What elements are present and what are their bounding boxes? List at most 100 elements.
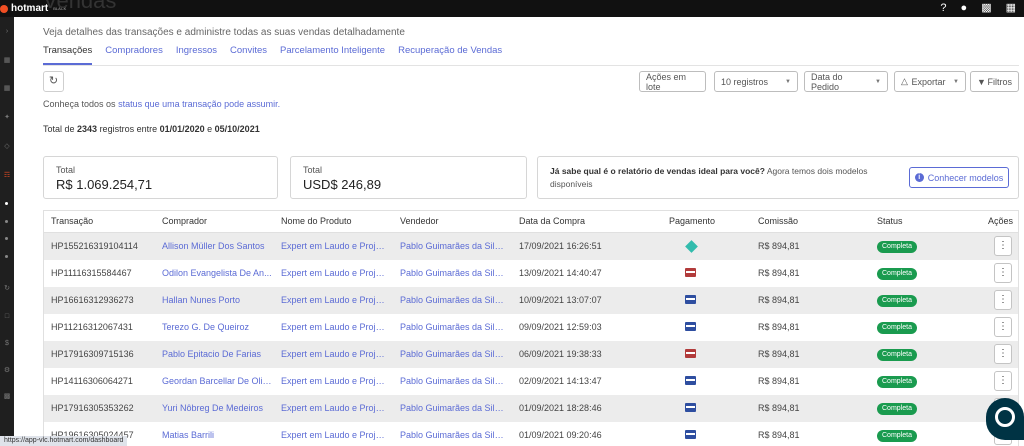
buyer-name[interactable]: Pablo Epitacio De Farias bbox=[162, 349, 272, 359]
status-url: https://app-vlc.hotmart.com/dashboard bbox=[0, 436, 128, 446]
expand-icon[interactable]: › bbox=[3, 28, 11, 36]
header-payment: Pagamento bbox=[669, 216, 716, 226]
credit-card-icon bbox=[685, 295, 696, 304]
buyer-name[interactable]: Odilon Evangelista De An... bbox=[162, 268, 272, 278]
money-icon[interactable]: $ bbox=[3, 340, 11, 348]
integrations-icon[interactable]: ▩ bbox=[3, 393, 11, 401]
row-actions-button[interactable]: ⋮ bbox=[994, 317, 1012, 337]
seller-name[interactable]: Pablo Guimarães da Silva ... bbox=[400, 376, 508, 386]
table-row[interactable]: HP16616312936273 Hallan Nunes Porto Expert… bbox=[44, 287, 1018, 314]
export-label: Exportar bbox=[911, 76, 946, 87]
product-name[interactable]: Expert em Laudo e Projeto... bbox=[281, 349, 389, 359]
report-card: Já sabe qual é o relatório de vendas ide… bbox=[537, 156, 1019, 199]
tab-convites[interactable]: Convites bbox=[230, 45, 267, 65]
row-actions-button[interactable]: ⋮ bbox=[994, 263, 1012, 283]
transaction-id: HP14116306064271 bbox=[51, 376, 133, 386]
table-row[interactable]: HP11116315584467 Odilon Evangelista De An… bbox=[44, 260, 1018, 287]
refresh-button[interactable]: ↻ bbox=[43, 71, 64, 92]
buyer-name[interactable]: Matias Barrili bbox=[162, 430, 272, 440]
seller-name[interactable]: Pablo Guimarães da Silva ... bbox=[400, 430, 508, 440]
header-date: Data da Compra bbox=[519, 216, 586, 226]
product-icon[interactable]: ◇ bbox=[3, 143, 11, 151]
analytics-icon[interactable]: ✦ bbox=[3, 114, 11, 122]
export-button[interactable]: △ Exportar ▼ bbox=[894, 71, 966, 92]
credit-card-icon bbox=[685, 349, 696, 358]
tab-compradores[interactable]: Compradores bbox=[105, 45, 163, 65]
submenu-dot[interactable] bbox=[5, 255, 8, 258]
row-actions-button[interactable]: ⋮ bbox=[994, 236, 1012, 256]
purchase-date: 02/09/2021 14:13:47 bbox=[519, 376, 602, 386]
tab-transacoes[interactable]: Transações bbox=[43, 45, 93, 65]
product-name[interactable]: Expert em Laudo e Projeto... bbox=[281, 430, 389, 440]
buyer-name[interactable]: Yuri Nôbreg De Medeiros bbox=[162, 403, 272, 413]
seller-name[interactable]: Pablo Guimarães da Silva ... bbox=[400, 295, 508, 305]
submenu-dot[interactable] bbox=[5, 202, 8, 205]
order-date-select[interactable]: Data do Pedido ▼ bbox=[804, 71, 888, 92]
tab-ingressos[interactable]: Ingressos bbox=[176, 45, 217, 65]
product-name[interactable]: Expert em Laudo e Projeto... bbox=[281, 241, 389, 251]
product-name[interactable]: Expert em Laudo e Projeto... bbox=[281, 403, 389, 413]
records-select[interactable]: 10 registros ▼ bbox=[714, 71, 798, 92]
help-icon[interactable]: ? bbox=[940, 2, 946, 15]
report-text: Já sabe qual é o relatório de vendas ide… bbox=[550, 165, 900, 191]
table-row[interactable]: HP14116306064271 Geordan Barcellar De Oli… bbox=[44, 368, 1018, 395]
transaction-id: HP16616312936273 bbox=[51, 295, 134, 305]
status-badge: Completa bbox=[877, 430, 917, 442]
credit-card-icon bbox=[685, 268, 696, 277]
total-usd-card: Total USD$ 246,89 bbox=[290, 156, 527, 199]
transaction-id: HP17916309715136 bbox=[51, 349, 134, 359]
table-row[interactable]: HP17916309715136 Pablo Epitacio De Farias… bbox=[44, 341, 1018, 368]
product-name[interactable]: Expert em Laudo e Projeto... bbox=[281, 322, 389, 332]
apps-icon[interactable]: ▦ bbox=[1006, 2, 1016, 15]
chevron-down-icon: ▼ bbox=[875, 78, 881, 85]
total-brl-value: R$ 1.069.254,71 bbox=[56, 177, 153, 192]
product-name[interactable]: Expert em Laudo e Projeto... bbox=[281, 295, 389, 305]
buyer-name[interactable]: Allison Müller Dos Santos bbox=[162, 241, 272, 251]
bell-icon[interactable]: ● bbox=[961, 2, 968, 15]
table-row[interactable]: HP19616305024457 Matias Barrili Expert em … bbox=[44, 422, 1018, 446]
tab-recuperacao[interactable]: Recuperação de Vendas bbox=[398, 45, 502, 65]
filters-button[interactable]: ▼ Filtros bbox=[970, 71, 1019, 92]
status-badge: Completa bbox=[877, 376, 917, 388]
seller-name[interactable]: Pablo Guimarães da Silva ... bbox=[400, 349, 508, 359]
status-info-link[interactable]: status que uma transação pode assumir. bbox=[118, 99, 280, 109]
table-row[interactable]: HP17916305353262 Yuri Nôbreg De Medeiros E… bbox=[44, 395, 1018, 422]
seller-name[interactable]: Pablo Guimarães da Silva ... bbox=[400, 268, 508, 278]
seller-name[interactable]: Pablo Guimarães da Silva ... bbox=[400, 241, 508, 251]
grid-icon[interactable]: ▦ bbox=[3, 85, 11, 93]
sync-icon[interactable]: ↻ bbox=[3, 285, 11, 293]
chat-widget-button[interactable] bbox=[986, 398, 1024, 440]
transactions-table: Transação Comprador Nome do Produto Vend… bbox=[43, 210, 1019, 446]
product-name[interactable]: Expert em Laudo e Projeto... bbox=[281, 376, 389, 386]
filter-icon: ▼ bbox=[977, 76, 986, 87]
sales-icon[interactable]: ☶ bbox=[3, 172, 11, 180]
buyer-name[interactable]: Terezo G. De Queiroz bbox=[162, 322, 272, 332]
row-actions-button[interactable]: ⋮ bbox=[994, 344, 1012, 364]
know-models-label: Conhecer modelos bbox=[927, 172, 1004, 183]
know-models-button[interactable]: i Conhecer modelos bbox=[909, 167, 1009, 188]
submenu-dot[interactable] bbox=[5, 220, 8, 223]
tab-parcelamento[interactable]: Parcelamento Inteligente bbox=[280, 45, 385, 65]
message-icon[interactable]: □ bbox=[3, 313, 11, 321]
seller-name[interactable]: Pablo Guimarães da Silva ... bbox=[400, 403, 508, 413]
tools-icon[interactable]: ⚙ bbox=[3, 367, 11, 375]
row-actions-button[interactable]: ⋮ bbox=[994, 290, 1012, 310]
info-icon: i bbox=[914, 173, 924, 182]
seller-name[interactable]: Pablo Guimarães da Silva ... bbox=[400, 322, 508, 332]
buyer-name[interactable]: Geordan Barcellar De Oliv... bbox=[162, 376, 272, 386]
bulk-actions-button[interactable]: Ações em lote bbox=[639, 71, 706, 92]
buyer-name[interactable]: Hallan Nunes Porto bbox=[162, 295, 272, 305]
product-name[interactable]: Expert em Laudo e Projeto... bbox=[281, 268, 389, 278]
submenu-dot[interactable] bbox=[5, 237, 8, 240]
transaction-id: HP15521631910411​4 bbox=[51, 241, 138, 251]
records-value: 10 registros bbox=[721, 76, 769, 87]
header-transaction: Transação bbox=[51, 216, 94, 226]
chat-icon[interactable]: ▩ bbox=[981, 2, 991, 15]
total-brl-card: Total R$ 1.069.254,71 bbox=[43, 156, 278, 199]
row-actions-button[interactable]: ⋮ bbox=[994, 371, 1012, 391]
total-usd-value: USD$ 246,89 bbox=[303, 177, 382, 192]
table-row[interactable]: HP11216312067431 Terezo G. De Queiroz Expe… bbox=[44, 314, 1018, 341]
table-row[interactable]: HP15521631910411​4 Allison Müller Dos San… bbox=[44, 233, 1018, 260]
commission-value: R$ 894,81 bbox=[758, 430, 800, 440]
dashboard-icon[interactable]: ▦ bbox=[3, 57, 11, 65]
